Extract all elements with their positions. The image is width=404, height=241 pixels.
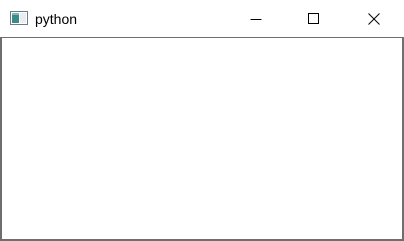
maximize-icon [308,12,319,24]
python-window: python [0,0,404,241]
close-button[interactable] [344,0,404,37]
window-client-area[interactable] [0,37,404,241]
minimize-button[interactable] [227,0,285,37]
app-icon[interactable] [10,11,28,25]
close-icon [368,12,380,25]
window-app-icon [10,11,28,25]
minimize-icon [250,18,262,20]
maximize-button[interactable] [285,0,343,37]
window-title: python [35,11,78,27]
title-bar[interactable]: python [0,0,404,37]
